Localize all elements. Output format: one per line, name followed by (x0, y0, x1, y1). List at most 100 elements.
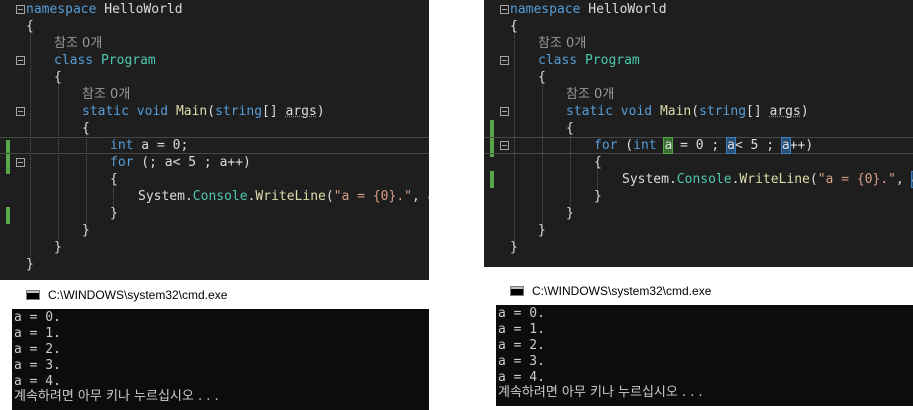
code-line[interactable]: { (0, 18, 429, 35)
code-line[interactable]: for (; a< 5 ; a++) (0, 154, 429, 171)
brace: } (26, 257, 34, 272)
console-line: a = 4. (498, 370, 545, 385)
brace: { (510, 19, 518, 34)
code-editor-left[interactable]: namespace HelloWorld { 참조 0개 class Progr… (0, 0, 429, 280)
cmd-window-title: C:\WINDOWS\system32\cmd.exe (48, 288, 228, 302)
class-ref: Console (676, 172, 732, 187)
cmd-window-titlebar[interactable]: C:\WINDOWS\system32\cmd.exe (12, 281, 429, 309)
console-icon (26, 290, 40, 300)
console-output-right[interactable]: a = 0. a = 1. a = 2. a = 3. a = 4. 계속하려면… (496, 305, 913, 406)
cmd-window-titlebar[interactable]: C:\WINDOWS\system32\cmd.exe (496, 277, 913, 305)
console-line: 계속하려면 아무 키나 누르십시오 . . . (14, 389, 219, 404)
console-output-left[interactable]: a = 0. a = 1. a = 2. a = 3. a = 4. 계속하려면… (12, 309, 429, 410)
keyword: namespace (510, 2, 581, 17)
code-line[interactable]: 참조 0개 (0, 86, 429, 103)
codelens-references[interactable]: 참조 0개 (566, 87, 614, 102)
code-line[interactable]: namespace HelloWorld (484, 1, 913, 18)
collapse-icon[interactable] (16, 5, 25, 14)
collapse-icon[interactable] (500, 107, 509, 116)
method-call: WriteLine (739, 172, 810, 187)
code-line[interactable]: } (484, 188, 913, 205)
code-line[interactable]: } (484, 239, 913, 256)
code-line[interactable]: } (0, 222, 429, 239)
keyword: class (54, 53, 94, 68)
code-text: = 0 ; (672, 138, 728, 153)
console-line: a = 0. (14, 310, 61, 325)
brace: } (54, 240, 62, 255)
code-line[interactable]: static void Main(string[] args) (0, 103, 429, 120)
console-line: a = 4. (14, 374, 61, 389)
brace: } (110, 206, 118, 221)
param-name: args (769, 104, 801, 119)
codelens-references[interactable]: 참조 0개 (538, 36, 586, 51)
method-name: Main (659, 104, 692, 119)
string-literal: "a = {0}." (333, 189, 412, 204)
code-line[interactable]: System.Console.WriteLine("a = {0}.", a); (484, 171, 913, 188)
brace: { (26, 19, 34, 34)
paren: ( (325, 189, 334, 204)
collapse-icon[interactable] (500, 5, 509, 14)
code-line[interactable]: { (484, 154, 913, 171)
brace: { (110, 172, 118, 187)
code-editor-right[interactable]: namespace HelloWorld { 참조 0개 class Progr… (484, 0, 913, 267)
brace: { (538, 70, 546, 85)
code-line[interactable]: { (484, 120, 913, 137)
brace: { (594, 155, 602, 170)
console-line: a = 1. (14, 326, 61, 341)
keyword: int (633, 138, 657, 153)
code-line[interactable]: { (484, 69, 913, 86)
brace: { (566, 121, 574, 136)
codelens-references[interactable]: 참조 0개 (82, 87, 130, 102)
code-line-current[interactable]: for (int a = 0 ; a< 5 ; a++) (484, 137, 913, 154)
console-line: a = 1. (498, 322, 545, 337)
paren: ( (809, 172, 818, 187)
class-ref: Console (192, 189, 248, 204)
collapse-icon[interactable] (16, 107, 25, 116)
console-line: a = 3. (14, 358, 61, 373)
keyword: for (594, 138, 618, 153)
namespace-ref: System (138, 189, 185, 204)
code-line[interactable]: } (0, 205, 429, 222)
code-line[interactable]: } (0, 239, 429, 256)
collapse-icon[interactable] (500, 141, 509, 150)
method-call: WriteLine (255, 189, 326, 204)
code-line[interactable]: static void Main(string[] args) (484, 103, 913, 120)
collapse-icon[interactable] (16, 56, 25, 65)
param-type-suffix: [] (746, 104, 770, 119)
code-text: (; a< 5 ; a++) (133, 155, 251, 170)
code-text: < 5 ; (734, 138, 782, 153)
keyword: class (538, 53, 578, 68)
code-line[interactable]: { (484, 18, 913, 35)
console-line: a = 3. (498, 354, 545, 369)
collapse-icon[interactable] (500, 56, 509, 65)
param-name: args (285, 104, 317, 119)
brace: { (82, 121, 90, 136)
collapse-icon[interactable] (16, 158, 25, 167)
code-line[interactable]: namespace HelloWorld (0, 1, 429, 18)
code-text: ++) (789, 138, 814, 153)
param-type-suffix: [] (262, 104, 286, 119)
code-line[interactable]: 참조 0개 (484, 86, 913, 103)
code-line[interactable]: { (0, 69, 429, 86)
code-line[interactable]: System.Console.WriteLine("a = {0}.", a); (0, 188, 429, 205)
variable-highlight-read: a (780, 137, 791, 154)
console-line: 계속하려면 아무 키나 누르십시오 . . . (498, 385, 703, 400)
keyword: static (82, 104, 129, 119)
code-line[interactable]: class Program (484, 52, 913, 69)
code-line[interactable]: } (0, 256, 429, 273)
code-line-current[interactable]: int a = 0; (0, 137, 429, 154)
code-line[interactable]: { (0, 171, 429, 188)
paren: ) (316, 104, 325, 119)
code-line[interactable]: } (484, 222, 913, 239)
codelens-references[interactable]: 참조 0개 (54, 36, 102, 51)
brace: } (510, 240, 518, 255)
code-line[interactable]: 참조 0개 (0, 35, 429, 52)
code-line[interactable]: class Program (0, 52, 429, 69)
code-text: , (895, 172, 912, 187)
code-line[interactable]: } (484, 205, 913, 222)
code-line[interactable]: 참조 0개 (484, 35, 913, 52)
console-icon (510, 286, 524, 296)
keyword: void (136, 104, 169, 119)
method-name: Main (175, 104, 208, 119)
code-line[interactable]: { (0, 120, 429, 137)
